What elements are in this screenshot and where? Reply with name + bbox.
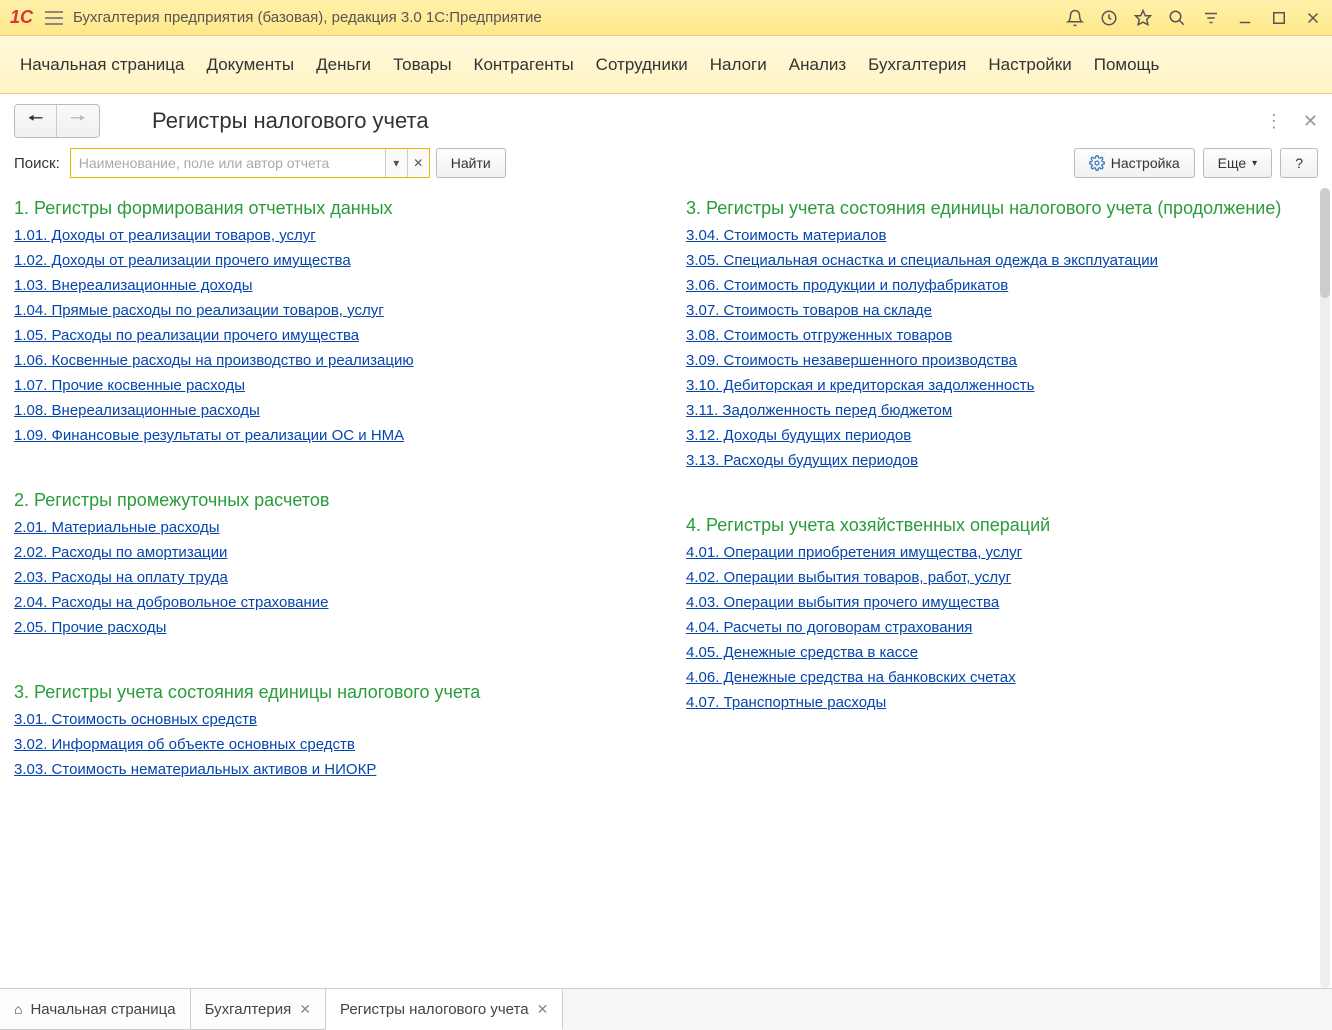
report-link[interactable]: 3.01. Стоимость основных средств (14, 711, 646, 728)
menu-item[interactable]: Документы (207, 55, 295, 75)
tab-label: Начальная страница (30, 1001, 175, 1018)
history-icon[interactable] (1100, 9, 1118, 27)
forward-button[interactable]: 🠖 (57, 105, 99, 137)
report-link[interactable]: 1.03. Внереализационные доходы (14, 277, 646, 294)
filter-icon[interactable] (1202, 9, 1220, 27)
tab-registers[interactable]: Регистры налогового учета ✕ (325, 989, 563, 1030)
section-title: 3. Регистры учета состояния единицы нало… (686, 198, 1318, 219)
search-field-wrap: ▾ ✕ (70, 148, 430, 178)
report-link[interactable]: 3.06. Стоимость продукции и полуфабрикат… (686, 277, 1318, 294)
minimize-icon[interactable] (1236, 9, 1254, 27)
toolbar: Поиск: ▾ ✕ Найти Настройка Еще ▾ ? (0, 144, 1332, 188)
report-link[interactable]: 2.01. Материальные расходы (14, 519, 646, 536)
menu-item[interactable]: Помощь (1094, 55, 1160, 75)
tab-accounting[interactable]: Бухгалтерия ✕ (190, 989, 326, 1030)
page-title: Регистры налогового учета (152, 108, 429, 134)
report-link[interactable]: 2.04. Расходы на добровольное страховани… (14, 594, 646, 611)
tabs-bar: ⌂ Начальная страница Бухгалтерия ✕ Регис… (0, 988, 1332, 1030)
back-button[interactable]: 🠔 (15, 105, 57, 137)
close-page-icon[interactable]: ✕ (1303, 111, 1318, 132)
report-link[interactable]: 3.10. Дебиторская и кредиторская задолже… (686, 377, 1318, 394)
report-link[interactable]: 1.07. Прочие косвенные расходы (14, 377, 646, 394)
report-link[interactable]: 1.08. Внереализационные расходы (14, 402, 646, 419)
star-icon[interactable] (1134, 9, 1152, 27)
search-icon[interactable] (1168, 9, 1186, 27)
titlebar: 1C Бухгалтерия предприятия (базовая), ре… (0, 0, 1332, 36)
menu-item[interactable]: Начальная страница (20, 55, 185, 75)
menu-item[interactable]: Деньги (316, 55, 371, 75)
report-link[interactable]: 4.07. Транспортные расходы (686, 694, 1318, 711)
report-link[interactable]: 2.02. Расходы по амортизации (14, 544, 646, 561)
report-link[interactable]: 3.05. Специальная оснастка и специальная… (686, 252, 1318, 269)
more-button-label: Еще (1218, 155, 1247, 171)
report-link[interactable]: 3.12. Доходы будущих периодов (686, 427, 1318, 444)
scroll-thumb[interactable] (1320, 188, 1330, 298)
section-title: 2. Регистры промежуточных расчетов (14, 490, 646, 511)
report-link[interactable]: 4.02. Операции выбытия товаров, работ, у… (686, 569, 1318, 586)
help-button[interactable]: ? (1280, 148, 1318, 178)
section-title: 1. Регистры формирования отчетных данных (14, 198, 646, 219)
menu-item[interactable]: Бухгалтерия (868, 55, 966, 75)
report-link[interactable]: 2.03. Расходы на оплату труда (14, 569, 646, 586)
chevron-down-icon: ▾ (1252, 158, 1257, 169)
content-body: 1. Регистры формирования отчетных данных… (0, 188, 1332, 988)
report-link[interactable]: 4.06. Денежные средства на банковских сч… (686, 669, 1318, 686)
tab-label: Бухгалтерия (205, 1001, 292, 1018)
report-link[interactable]: 4.05. Денежные средства в кассе (686, 644, 1318, 661)
search-clear-icon[interactable]: ✕ (407, 149, 429, 177)
search-input[interactable] (71, 149, 385, 177)
section-title: 4. Регистры учета хозяйственных операций (686, 515, 1318, 536)
report-link[interactable]: 1.05. Расходы по реализации прочего имущ… (14, 327, 646, 344)
report-link[interactable]: 3.11. Задолженность перед бюджетом (686, 402, 1318, 419)
report-link[interactable]: 1.09. Финансовые результаты от реализаци… (14, 427, 646, 444)
more-button[interactable]: Еще ▾ (1203, 148, 1273, 178)
bell-icon[interactable] (1066, 9, 1084, 27)
settings-button-label: Настройка (1111, 155, 1180, 171)
report-link[interactable]: 1.06. Косвенные расходы на производство … (14, 352, 646, 369)
menubar: Начальная страница Документы Деньги Това… (0, 36, 1332, 94)
maximize-icon[interactable] (1270, 9, 1288, 27)
tab-close-icon[interactable]: ✕ (299, 1001, 311, 1018)
menu-item[interactable]: Товары (393, 55, 451, 75)
scrollbar[interactable] (1320, 188, 1330, 988)
report-link[interactable]: 3.08. Стоимость отгруженных товаров (686, 327, 1318, 344)
tab-label: Регистры налогового учета (340, 1001, 529, 1018)
report-link[interactable]: 3.13. Расходы будущих периодов (686, 452, 1318, 469)
report-link[interactable]: 3.07. Стоимость товаров на складе (686, 302, 1318, 319)
logo-1c: 1C (10, 7, 33, 28)
app-title: Бухгалтерия предприятия (базовая), редак… (73, 9, 1056, 26)
find-button[interactable]: Найти (436, 148, 506, 178)
gear-icon (1089, 155, 1105, 171)
report-link[interactable]: 3.02. Информация об объекте основных сре… (14, 736, 646, 753)
home-icon: ⌂ (14, 1001, 22, 1017)
report-link[interactable]: 1.04. Прямые расходы по реализации товар… (14, 302, 646, 319)
report-link[interactable]: 4.01. Операции приобретения имущества, у… (686, 544, 1318, 561)
menu-item[interactable]: Анализ (789, 55, 846, 75)
search-label: Поиск: (14, 155, 60, 172)
report-link[interactable]: 3.09. Стоимость незавершенного производс… (686, 352, 1318, 369)
close-icon[interactable] (1304, 9, 1322, 27)
kebab-icon[interactable]: ⋮ (1265, 111, 1283, 132)
titlebar-icons (1066, 9, 1322, 27)
menu-item[interactable]: Настройки (988, 55, 1071, 75)
menu-item[interactable]: Сотрудники (596, 55, 688, 75)
tab-home[interactable]: ⌂ Начальная страница (0, 989, 191, 1030)
report-link[interactable]: 1.02. Доходы от реализации прочего имуще… (14, 252, 646, 269)
report-link[interactable]: 3.03. Стоимость нематериальных активов и… (14, 761, 646, 778)
menu-item[interactable]: Налоги (710, 55, 767, 75)
report-link[interactable]: 2.05. Прочие расходы (14, 619, 646, 636)
section-title: 3. Регистры учета состояния единицы нало… (14, 682, 646, 703)
report-link[interactable]: 4.03. Операции выбытия прочего имущества (686, 594, 1318, 611)
report-link[interactable]: 3.04. Стоимость материалов (686, 227, 1318, 244)
hamburger-icon[interactable] (45, 11, 63, 25)
tab-close-icon[interactable]: ✕ (537, 1001, 549, 1018)
report-link[interactable]: 4.04. Расчеты по договорам страхования (686, 619, 1318, 636)
page-header: 🠔 🠖 Регистры налогового учета ⋮ ✕ (0, 94, 1332, 144)
nav-buttons: 🠔 🠖 (14, 104, 100, 138)
search-dropdown-icon[interactable]: ▾ (385, 149, 407, 177)
report-link[interactable]: 1.01. Доходы от реализации товаров, услу… (14, 227, 646, 244)
menu-item[interactable]: Контрагенты (474, 55, 574, 75)
settings-button[interactable]: Настройка (1074, 148, 1195, 178)
